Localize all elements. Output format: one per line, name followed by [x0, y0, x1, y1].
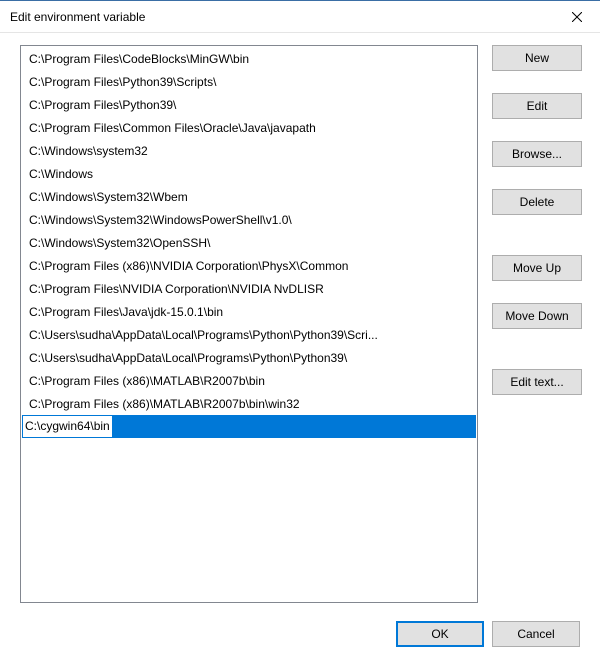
move-up-button[interactable]: Move Up — [492, 255, 582, 281]
side-button-column: New Edit Browse... Delete Move Up Move D… — [492, 45, 582, 603]
list-item[interactable]: C:\Program Files\Java\jdk-15.0.1\bin — [22, 300, 476, 323]
edit-button[interactable]: Edit — [492, 93, 582, 119]
move-down-button[interactable]: Move Down — [492, 303, 582, 329]
dialog-window: Edit environment variable C:\Program Fil… — [0, 0, 600, 663]
list-item[interactable]: C:\cygwin64\bin — [22, 415, 476, 438]
list-item[interactable]: C:\Windows\System32\WindowsPowerShell\v1… — [22, 208, 476, 231]
edit-text-button[interactable]: Edit text... — [492, 369, 582, 395]
new-button[interactable]: New — [492, 45, 582, 71]
list-item-edit-field[interactable]: C:\cygwin64\bin — [23, 416, 113, 437]
browse-button[interactable]: Browse... — [492, 141, 582, 167]
delete-button[interactable]: Delete — [492, 189, 582, 215]
titlebar: Edit environment variable — [0, 1, 600, 33]
list-item[interactable]: C:\Users\sudha\AppData\Local\Programs\Py… — [22, 346, 476, 369]
close-icon — [572, 12, 582, 22]
list-item[interactable]: C:\Program Files\CodeBlocks\MinGW\bin — [22, 47, 476, 70]
list-item[interactable]: C:\Program Files\Common Files\Oracle\Jav… — [22, 116, 476, 139]
list-item[interactable]: C:\Program Files (x86)\MATLAB\R2007b\bin — [22, 369, 476, 392]
list-item[interactable]: C:\Program Files (x86)\NVIDIA Corporatio… — [22, 254, 476, 277]
list-item[interactable]: C:\Program Files\Python39\ — [22, 93, 476, 116]
list-item[interactable]: C:\Program Files (x86)\MATLAB\R2007b\bin… — [22, 392, 476, 415]
list-item[interactable]: C:\Program Files\NVIDIA Corporation\NVID… — [22, 277, 476, 300]
selection-highlight — [113, 416, 475, 437]
list-item[interactable]: C:\Windows — [22, 162, 476, 185]
list-item[interactable]: C:\Windows\System32\Wbem — [22, 185, 476, 208]
cancel-button[interactable]: Cancel — [492, 621, 580, 647]
main-row: C:\Program Files\CodeBlocks\MinGW\binC:\… — [20, 45, 582, 603]
list-item[interactable]: C:\Users\sudha\AppData\Local\Programs\Py… — [22, 323, 476, 346]
list-item[interactable]: C:\Program Files\Python39\Scripts\ — [22, 70, 476, 93]
dialog-footer: OK Cancel — [20, 603, 582, 647]
dialog-body: C:\Program Files\CodeBlocks\MinGW\binC:\… — [0, 33, 600, 663]
path-listbox[interactable]: C:\Program Files\CodeBlocks\MinGW\binC:\… — [20, 45, 478, 603]
list-item[interactable]: C:\Windows\System32\OpenSSH\ — [22, 231, 476, 254]
list-item[interactable]: C:\Windows\system32 — [22, 139, 476, 162]
close-button[interactable] — [554, 1, 600, 33]
dialog-title: Edit environment variable — [10, 10, 554, 24]
ok-button[interactable]: OK — [396, 621, 484, 647]
